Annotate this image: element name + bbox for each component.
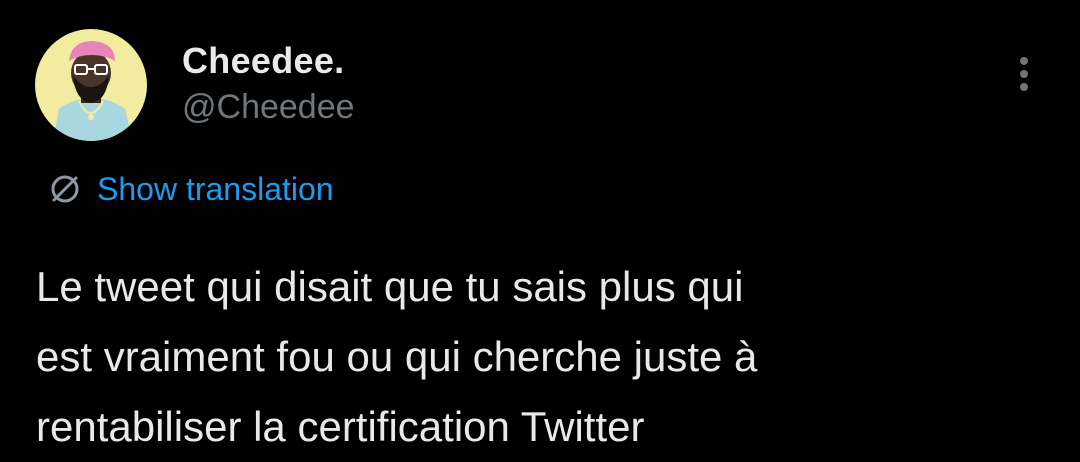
tweet-text-line: rentabiliser la certification Twitter: [36, 403, 645, 450]
author-handle[interactable]: @Cheedee: [182, 86, 355, 128]
tweet: Cheedee. @Cheedee Show translation Le tw…: [0, 0, 1080, 459]
tweet-text-line: est vraiment fou ou qui cherche juste à: [36, 333, 758, 380]
more-vertical-icon: [1020, 57, 1028, 65]
tweet-text: Le tweet qui disait que tu sais plus qui…: [36, 252, 1036, 462]
more-vertical-icon-dot: [1020, 83, 1028, 91]
show-translation-link[interactable]: Show translation: [45, 168, 334, 210]
avatar-illustration: [35, 29, 147, 141]
avatar[interactable]: [35, 29, 147, 141]
show-translation-label: Show translation: [97, 171, 334, 207]
tweet-text-line: Le tweet qui disait que tu sais plus qui: [36, 263, 744, 310]
author-display-name[interactable]: Cheedee.: [182, 40, 355, 82]
globe-icon: [45, 169, 85, 209]
more-options-button[interactable]: [1004, 52, 1044, 96]
more-vertical-icon-dot: [1020, 70, 1028, 78]
author-info: Cheedee. @Cheedee: [182, 40, 355, 128]
